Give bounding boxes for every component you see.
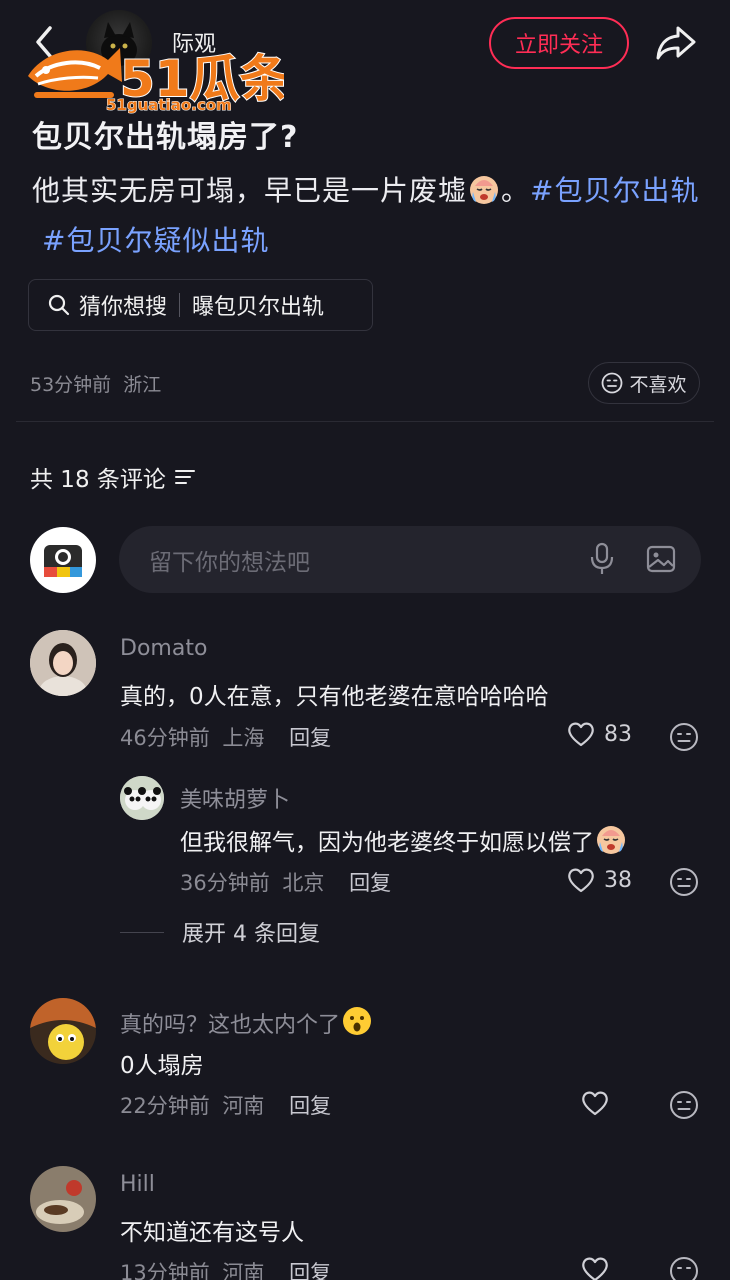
hashtag-link[interactable]: #包贝尔出轨 <box>530 174 699 207</box>
comment-text-body: 但我很解气，因为他老婆终于如愿以偿了 <box>180 830 594 856</box>
comment-location: 上海 <box>222 726 265 750</box>
comment-username[interactable]: 美味胡萝卜 <box>180 782 290 814</box>
search-hint-label: 猜你想搜 <box>79 295 168 320</box>
comment-count[interactable]: 共 18 条评论 <box>30 460 196 494</box>
post-time: 53分钟前 <box>30 374 112 396</box>
like-button[interactable] <box>580 1089 610 1117</box>
avatar[interactable] <box>30 1166 96 1232</box>
my-avatar <box>30 527 96 593</box>
dislike-comment-button[interactable] <box>669 1256 699 1280</box>
comment-text: 真的，0人在意，只有他老婆在意哈哈哈哈 <box>120 684 549 710</box>
share-icon <box>656 26 696 60</box>
search-icon <box>48 294 70 316</box>
comment-text: 但我很解气，因为他老婆终于如愿以偿了 <box>180 822 628 857</box>
comment-meta: 36分钟前 北京 回复 <box>180 867 391 897</box>
neutral-face-icon <box>670 1091 698 1119</box>
heart-icon <box>568 868 594 893</box>
crying-face-icon <box>597 826 625 854</box>
neutral-face-icon <box>670 723 698 751</box>
avatar[interactable] <box>30 630 96 696</box>
comment-location: 河南 <box>222 1094 265 1118</box>
user-photo-image <box>30 630 96 696</box>
reply-button[interactable]: 回复 <box>289 1094 331 1118</box>
neutral-face-icon <box>670 1257 698 1280</box>
post-body-punct: 。 <box>501 174 531 207</box>
comment-time: 46分钟前 <box>120 726 210 750</box>
follow-button[interactable]: 立即关注 <box>489 17 629 69</box>
post-meta: 53分钟前 浙江 <box>30 370 161 397</box>
chip-divider <box>179 293 181 317</box>
share-button[interactable] <box>654 20 698 64</box>
heart-icon <box>568 722 594 747</box>
neutral-face-icon <box>602 372 623 394</box>
dislike-comment-button[interactable] <box>669 1090 699 1124</box>
like-button[interactable]: 83 <box>566 720 632 748</box>
reply-button[interactable]: 回复 <box>289 726 331 750</box>
hashtag-link[interactable]: #包贝尔疑似出轨 <box>42 224 269 257</box>
food-photo-image <box>30 1166 96 1232</box>
comment-username[interactable]: Domato <box>120 636 207 661</box>
comment-count-label: 共 18 条评论 <box>30 467 166 493</box>
comment-input-placeholder: 留下你的想法吧 <box>149 549 310 576</box>
dislike-button[interactable]: 不喜欢 <box>588 362 700 404</box>
reply-button[interactable]: 回复 <box>289 1261 331 1280</box>
comment-username[interactable]: Hill <box>120 1172 155 1197</box>
comment-location: 北京 <box>282 871 325 895</box>
like-count: 38 <box>604 867 632 893</box>
fish-logo-icon: 51瓜条 51guatiao.com <box>28 48 291 115</box>
dislike-comment-button[interactable] <box>669 722 699 756</box>
like-button[interactable] <box>580 1255 610 1280</box>
panda-avatar-image <box>120 776 164 820</box>
expand-divider <box>120 931 164 933</box>
expand-replies-button[interactable]: 展开 4 条回复 <box>120 916 320 948</box>
comment-username-text: 真的吗？这也太内个了 <box>120 1013 341 1038</box>
avatar[interactable] <box>120 776 164 820</box>
image-upload-button[interactable] <box>645 543 677 579</box>
post-body-text: 他其实无房可塌，早已是一片废墟 <box>32 174 468 207</box>
reply-button[interactable]: 回复 <box>349 871 391 895</box>
comment-location: 河南 <box>222 1261 265 1280</box>
image-icon <box>646 545 676 573</box>
section-divider <box>16 421 714 422</box>
neutral-face-icon <box>670 868 698 896</box>
dislike-label: 不喜欢 <box>629 373 687 396</box>
comment-text: 0人塌房 <box>120 1053 204 1079</box>
heart-icon <box>582 1257 608 1280</box>
comment-meta: 46分钟前 上海 回复 <box>120 722 331 752</box>
comment-username[interactable]: 真的吗？这也太内个了 <box>120 1004 374 1039</box>
comment-text: 不知道还有这号人 <box>120 1220 304 1246</box>
dislike-comment-button[interactable] <box>669 867 699 901</box>
heart-icon <box>582 1091 608 1116</box>
like-count: 83 <box>604 721 632 747</box>
comment-time: 22分钟前 <box>120 1094 210 1118</box>
search-hint-query: 曝包贝尔出轨 <box>192 295 325 320</box>
search-suggestion-chip[interactable]: 猜你想搜 曝包贝尔出轨 <box>28 279 373 331</box>
surprised-face-icon <box>343 1007 372 1035</box>
comment-meta: 13分钟前 河南 回复 <box>120 1257 331 1280</box>
post-location: 浙江 <box>123 374 162 396</box>
comment-meta: 22分钟前 河南 回复 <box>120 1090 331 1120</box>
expand-replies-label: 展开 4 条回复 <box>182 922 320 947</box>
like-button[interactable]: 38 <box>566 866 632 894</box>
post-body: 他其实无房可塌，早已是一片废墟 。#包贝尔出轨 #包贝尔疑似出轨 <box>32 166 702 266</box>
post-title: 包贝尔出轨塌房了? <box>32 120 299 155</box>
voice-input-button[interactable] <box>588 541 616 581</box>
comment-time: 13分钟前 <box>120 1261 210 1280</box>
sort-icon <box>174 470 195 484</box>
avatar[interactable] <box>30 998 96 1064</box>
camera-avatar-icon <box>44 545 82 577</box>
crying-face-icon <box>470 176 499 204</box>
watermark-logo: 51瓜条 51guatiao.com <box>24 30 291 115</box>
microphone-icon <box>590 542 614 574</box>
comment-time: 36分钟前 <box>180 871 270 895</box>
cartoon-avatar-image <box>30 998 96 1064</box>
